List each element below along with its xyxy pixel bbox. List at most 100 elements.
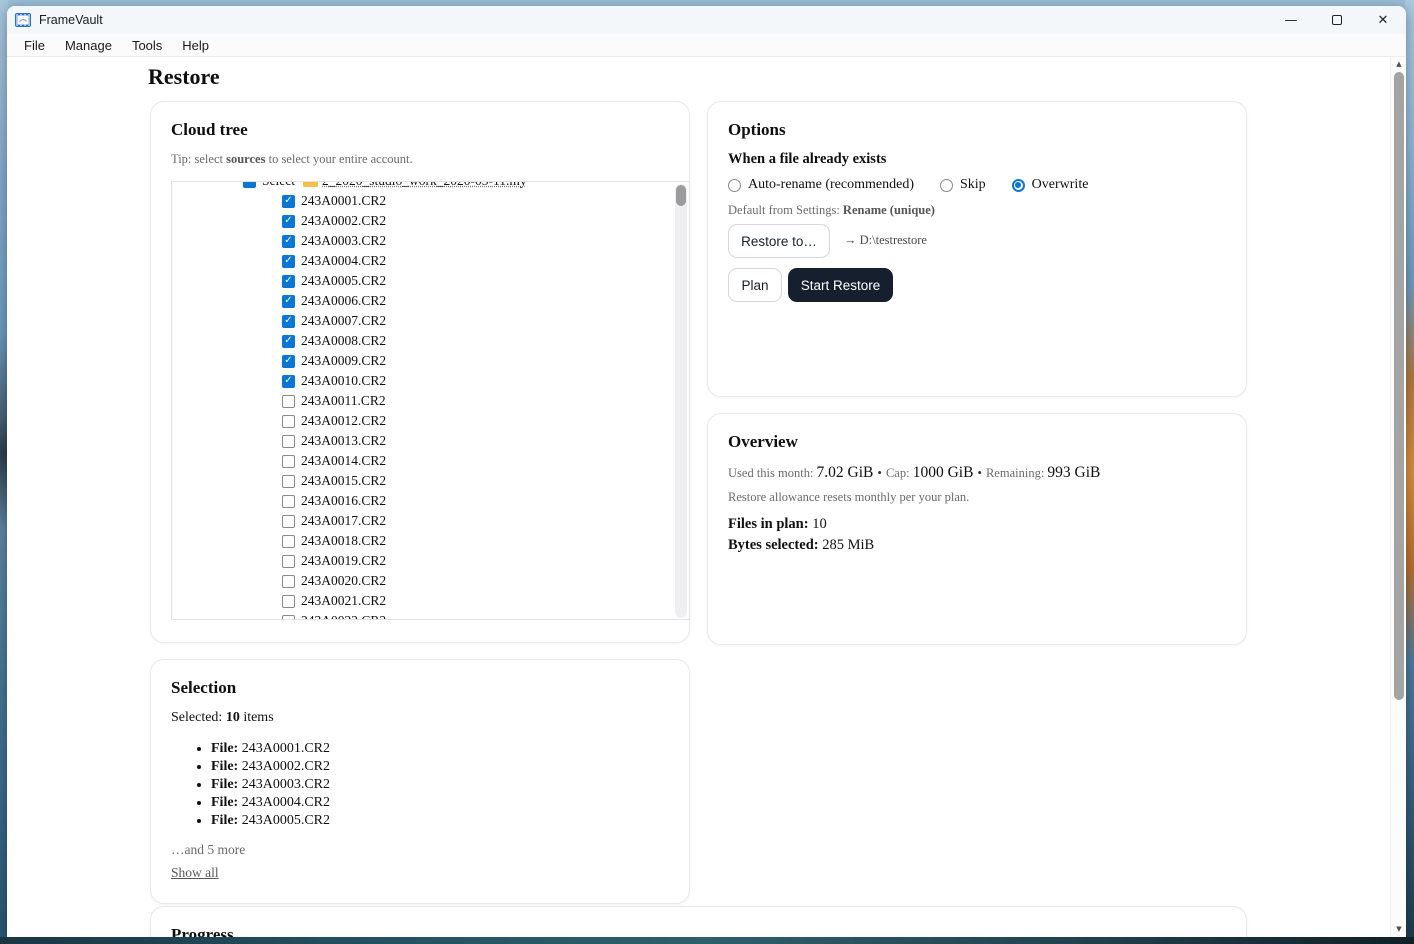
tree-row[interactable]: 243A0016.CR2	[282, 491, 386, 511]
checkbox[interactable]	[282, 555, 295, 568]
radio-icon[interactable]	[728, 179, 741, 192]
tree-row[interactable]: ✓ 243A0001.CR2	[282, 191, 386, 211]
desktop-wallpaper-bottom	[0, 937, 1414, 944]
tree-row[interactable]: 243A0022.CR2	[282, 611, 386, 620]
cloud-tree-card: Cloud tree Tip: select sources to select…	[150, 101, 690, 643]
main-scrollbar[interactable]: ▲ ▼	[1390, 57, 1406, 938]
menu-item-manage[interactable]: Manage	[55, 36, 122, 55]
checkbox[interactable]	[282, 475, 295, 488]
app-window: FrameVault — ✕ FileManageToolsHelp Resto…	[7, 6, 1406, 938]
tree-file-label: 243A0011.CR2	[301, 393, 386, 409]
checkbox[interactable]: ✓	[282, 295, 295, 308]
tree-root-row[interactable]: ✓Select2_2020_studio_work_2020-05-11.my	[243, 181, 527, 191]
scroll-down-icon[interactable]: ▼	[1391, 922, 1406, 936]
overview-card: Overview Used this month: 7.02 GiB•Cap: …	[707, 413, 1247, 645]
options-title: Options	[728, 120, 786, 140]
minimize-button[interactable]: —	[1268, 6, 1314, 34]
checkbox[interactable]: ✓	[282, 215, 295, 228]
tree-row[interactable]: ✓243A0010.CR2	[282, 371, 386, 391]
checkbox[interactable]: ✓	[282, 235, 295, 248]
checkbox[interactable]: ✓	[282, 315, 295, 328]
tree-row[interactable]: 243A0021.CR2	[282, 591, 386, 611]
checkbox[interactable]	[282, 495, 295, 508]
menu-item-tools[interactable]: Tools	[122, 36, 172, 55]
tree-row[interactable]: 243A0011.CR2	[282, 391, 386, 411]
checkbox[interactable]	[282, 595, 295, 608]
main-scrollbar-thumb[interactable]	[1394, 72, 1404, 700]
tree-row[interactable]: 243A0020.CR2	[282, 571, 386, 591]
checkbox[interactable]	[282, 415, 295, 428]
list-item: File: 243A0003.CR2	[211, 776, 330, 794]
tree-scrollbar-track[interactable]	[675, 184, 687, 618]
selection-card: Selection Selected: 10 items File: 243A0…	[150, 659, 690, 904]
tree-row[interactable]: 243A0018.CR2	[282, 531, 386, 551]
checkbox[interactable]: ✓	[282, 195, 295, 208]
page-title: Restore	[148, 64, 220, 90]
checkbox[interactable]: ✓	[282, 275, 295, 288]
scroll-up-icon[interactable]: ▲	[1391, 57, 1406, 71]
tree-row[interactable]: ✓243A0005.CR2	[282, 271, 386, 291]
show-all-link[interactable]: Show all	[171, 865, 219, 881]
selected-count-line: Selected: 10 items	[171, 710, 274, 726]
close-button[interactable]: ✕	[1360, 6, 1406, 34]
tree-row[interactable]: 243A0013.CR2	[282, 431, 386, 451]
file-prefix: File:	[211, 813, 238, 828]
tree-scrollbar-thumb[interactable]	[676, 185, 686, 206]
tree-row[interactable]: ✓ 243A0008.CR2	[282, 331, 386, 351]
bytes-selected: Bytes selected: 285 MiB	[728, 537, 874, 554]
tree-row[interactable]: ✓243A0006.CR2	[282, 291, 386, 311]
radio-option[interactable]: Skip	[940, 177, 986, 193]
checkbox[interactable]	[282, 455, 295, 468]
tree-row[interactable]: ✓243A0004.CR2	[282, 251, 386, 271]
title-bar: FrameVault — ✕	[7, 6, 1406, 34]
tree-row[interactable]: 243A0017.CR2	[282, 511, 386, 531]
restore-to-button[interactable]: Restore to…	[728, 224, 830, 258]
checkbox[interactable]	[282, 575, 295, 588]
window-title: FrameVault	[39, 13, 103, 27]
tree-file-label: 243A0014.CR2	[301, 453, 386, 469]
tree-file-label: 243A0008.CR2	[301, 333, 386, 349]
tree-row[interactable]: ✓243A0002.CR2	[282, 211, 386, 231]
radio-icon[interactable]	[1012, 179, 1025, 192]
checkbox[interactable]: ✓	[282, 255, 295, 268]
tree-file-label: 243A0021.CR2	[301, 593, 386, 609]
menu-bar: FileManageToolsHelp	[7, 34, 1406, 57]
radio-option[interactable]: Overwrite	[1012, 177, 1089, 193]
checkbox[interactable]: ✓	[282, 355, 295, 368]
usage-summary: Used this month: 7.02 GiB•Cap: 1000 GiB•…	[728, 464, 1100, 482]
menu-item-help[interactable]: Help	[172, 36, 219, 55]
tree-file-label: 243A0022.CR2	[301, 613, 386, 620]
cloud-tree-viewport[interactable]: ✓Select2_2020_studio_work_2020-05-11.my✓…	[171, 181, 690, 620]
checkbox[interactable]: ✓	[243, 181, 256, 188]
checkbox[interactable]: ✓	[282, 335, 295, 348]
checkbox[interactable]	[282, 515, 295, 528]
tree-row[interactable]: 243A0014.CR2	[282, 451, 386, 471]
tree-folder-link[interactable]: 2_2020_studio_work_2020-05-11.my	[322, 181, 527, 189]
maximize-button[interactable]	[1314, 6, 1360, 34]
files-in-plan: Files in plan: 10	[728, 516, 827, 533]
tree-row[interactable]: 243A0019.CR2	[282, 551, 386, 571]
list-item: File: 243A0004.CR2	[211, 794, 330, 812]
conflict-policy-heading: When a file already exists	[728, 151, 886, 168]
start-restore-button[interactable]: Start Restore	[788, 268, 893, 302]
checkbox[interactable]	[282, 395, 295, 408]
plan-button[interactable]: Plan	[728, 268, 782, 302]
tree-row[interactable]: 243A0012.CR2	[282, 411, 386, 431]
radio-option[interactable]: Auto-rename (recommended)	[728, 177, 914, 193]
checkbox[interactable]	[282, 615, 295, 621]
tree-file-label: 243A0016.CR2	[301, 493, 386, 509]
radio-icon[interactable]	[940, 179, 953, 192]
more-items-note: …and 5 more	[171, 842, 245, 858]
checkbox[interactable]: ✓	[282, 375, 295, 388]
tree-file-label: 243A0003.CR2	[301, 233, 386, 249]
checkbox[interactable]	[282, 435, 295, 448]
tree-row[interactable]: ✓ 243A0003.CR2	[282, 231, 386, 251]
checkbox[interactable]	[282, 535, 295, 548]
tree-file-label: 243A0001.CR2	[301, 193, 386, 209]
menu-item-file[interactable]: File	[14, 36, 55, 55]
tree-row[interactable]: 243A0015.CR2	[282, 471, 386, 491]
list-item: File: 243A0005.CR2	[211, 812, 330, 830]
tree-row[interactable]: ✓243A0009.CR2	[282, 351, 386, 371]
tree-row[interactable]: ✓243A0007.CR2	[282, 311, 386, 331]
cloud-tree-tip: Tip: select sources to select your entir…	[171, 152, 413, 167]
